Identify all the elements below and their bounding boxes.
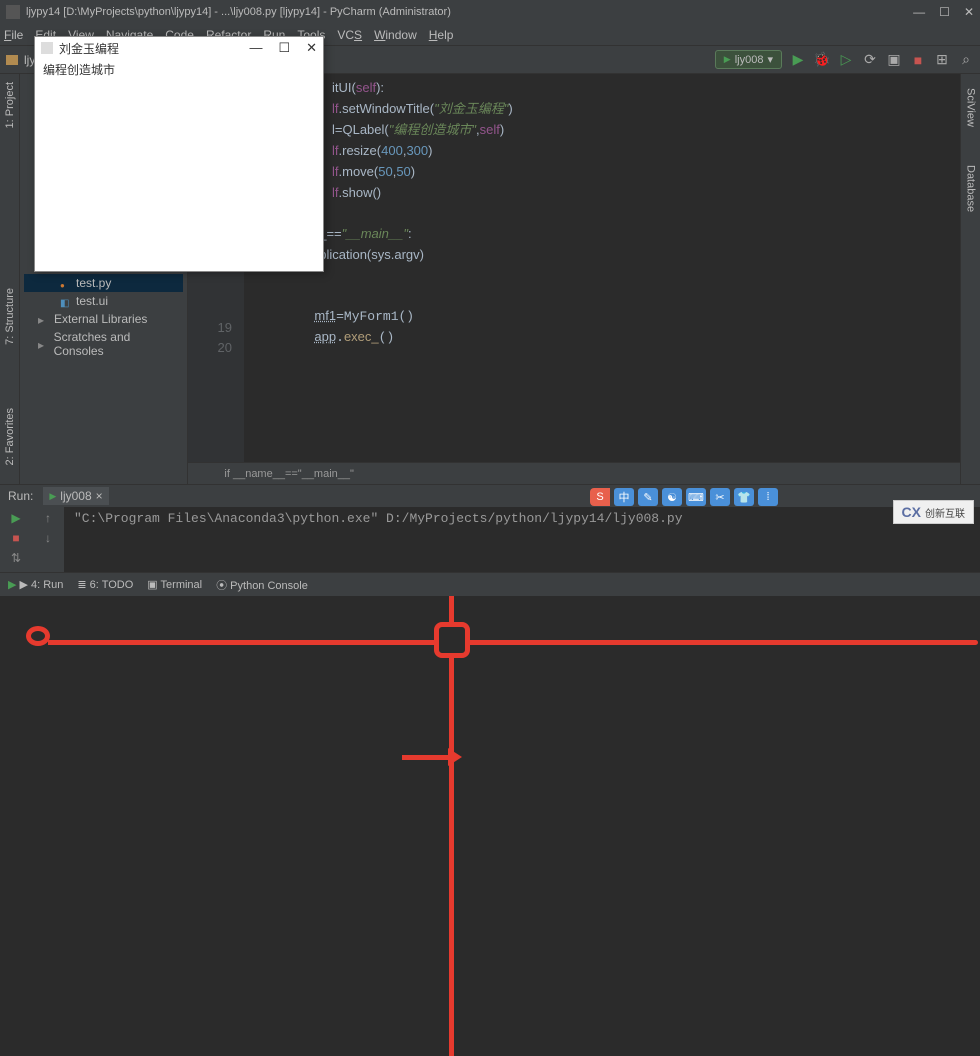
python-file-icon [60,277,72,289]
statusbar: ▶ 4: Run ≣ 6: TODO ▣ Terminal ⦿ Python C… [0,572,980,596]
tab-project[interactable]: 1: Project [2,78,18,132]
app-maximize-button[interactable]: ☐ [278,40,290,56]
ime-logo-icon[interactable]: S [590,488,610,506]
stop-run-icon[interactable]: ■ [12,531,19,545]
tree-item-testui[interactable]: test.ui [24,292,183,310]
annotation-vline-top [449,596,454,624]
menu-help[interactable]: Help [429,28,454,42]
ime-tool-icon[interactable]: ✂ [710,488,730,506]
app-preview-window[interactable]: 刘金玉编程 — ☐ ✕ 编程创造城市 [34,36,324,272]
up-icon[interactable]: ↑ [45,511,51,525]
run-config-selector[interactable]: ljy008 ▾ [715,50,782,69]
pin-icon[interactable]: ⇅ [11,551,21,565]
run-gutter2: ↑ ↓ [32,507,64,572]
tab-database[interactable]: Database [963,161,979,216]
editor-breadcrumb[interactable]: if __name__=="__main__" [188,462,960,484]
window-title: ljypy14 [D:\MyProjects\python\ljypy14] -… [26,6,913,18]
tab-favorites[interactable]: 2: Favorites [2,404,18,469]
watermark-text: 创新互联 [925,505,965,520]
tree-item-testpy[interactable]: test.py [24,274,183,292]
annotation-square [434,622,470,658]
tree-item-scratches[interactable]: Scratches and Consoles [24,328,183,360]
tree-item-external[interactable]: External Libraries [24,310,183,328]
status-pyconsole[interactable]: ⦿ Python Console [216,577,308,593]
tab-structure[interactable]: 7: Structure [2,284,18,349]
ime-lang-icon[interactable]: 中 [614,488,634,506]
menu-vcs[interactable]: VCS [337,28,362,42]
right-tool-strip: SciView Database [960,74,980,484]
code-text[interactable]: itUI(self): lf.setWindowTitle("刘金玉编程") l… [244,74,960,462]
ime-keyboard-icon[interactable]: ⌨ [686,488,706,506]
app-icon [6,5,20,19]
ime-menu-icon[interactable]: ⁞ [758,488,778,506]
menu-file[interactable]: File [4,28,23,42]
left-tool-strip: 1: Project 7: Structure 2: Favorites [0,74,20,484]
watermark-logo: CX 创新互联 [893,500,974,524]
app-minimize-button[interactable]: — [249,40,262,56]
annotation-arrow-shaft [402,755,452,760]
close-button[interactable]: ✕ [964,5,974,19]
rerun-icon[interactable]: ▶ [11,511,20,525]
library-icon [38,313,50,325]
folder-icon [6,55,18,65]
status-terminal[interactable]: ▣ Terminal [147,578,202,591]
status-run[interactable]: ▶ 4: Run [8,578,63,591]
coverage-icon[interactable]: ▷ [838,52,854,68]
annotation-vline [449,658,454,1056]
run-gutter: ▶ ■ ⇅ [0,507,32,572]
app-label: 编程创造城市 [35,59,323,80]
layout-icon[interactable]: ⊞ [934,52,950,68]
debug-icon[interactable]: 🐞 [814,52,830,68]
search-icon[interactable]: ⌕ [958,52,974,68]
app-window-icon [41,42,53,54]
ime-mode-icon[interactable]: ☯ [662,488,682,506]
scratch-icon [38,338,50,350]
app-window-title: 刘金玉编程 [59,40,249,57]
status-todo[interactable]: ≣ 6: TODO [77,578,133,591]
minimize-button[interactable]: — [913,5,925,19]
ime-pen-icon[interactable]: ✎ [638,488,658,506]
annotation-arrow-head [448,748,462,766]
watermark-mark: CX [902,504,921,520]
console-output[interactable]: "C:\Program Files\Anaconda3\python.exe" … [64,507,980,572]
run-panel-header: Run: ljy008 × [0,485,980,507]
menu-window[interactable]: Window [374,28,417,42]
maximize-button[interactable]: ☐ [939,5,950,19]
app-close-button[interactable]: ✕ [306,40,317,56]
tab-sciview[interactable]: SciView [963,84,979,131]
down-icon[interactable]: ↓ [45,531,51,545]
window-titlebar: ljypy14 [D:\MyProjects\python\ljypy14] -… [0,0,980,24]
run-panel: Run: ljy008 × ▶ ■ ⇅ ↑ ↓ "C:\Program File… [0,484,980,572]
ime-skin-icon[interactable]: 👕 [734,488,754,506]
window-controls: — ☐ ✕ [913,5,974,19]
run-tab[interactable]: ljy008 × [43,487,108,505]
profile-icon[interactable]: ⟳ [862,52,878,68]
ui-file-icon [60,295,72,307]
annotation-hline-left [48,640,436,645]
run-label: Run: [8,489,33,503]
annotation-circle [26,626,50,646]
annotation-hline-right [470,640,978,645]
run-icon[interactable]: ▶ [790,52,806,68]
ime-toolbar: S 中 ✎ ☯ ⌨ ✂ 👕 ⁞ [590,488,778,506]
attach-icon[interactable]: ▣ [886,52,902,68]
stop-icon[interactable]: ■ [910,52,926,68]
app-titlebar: 刘金玉编程 — ☐ ✕ [35,37,323,59]
